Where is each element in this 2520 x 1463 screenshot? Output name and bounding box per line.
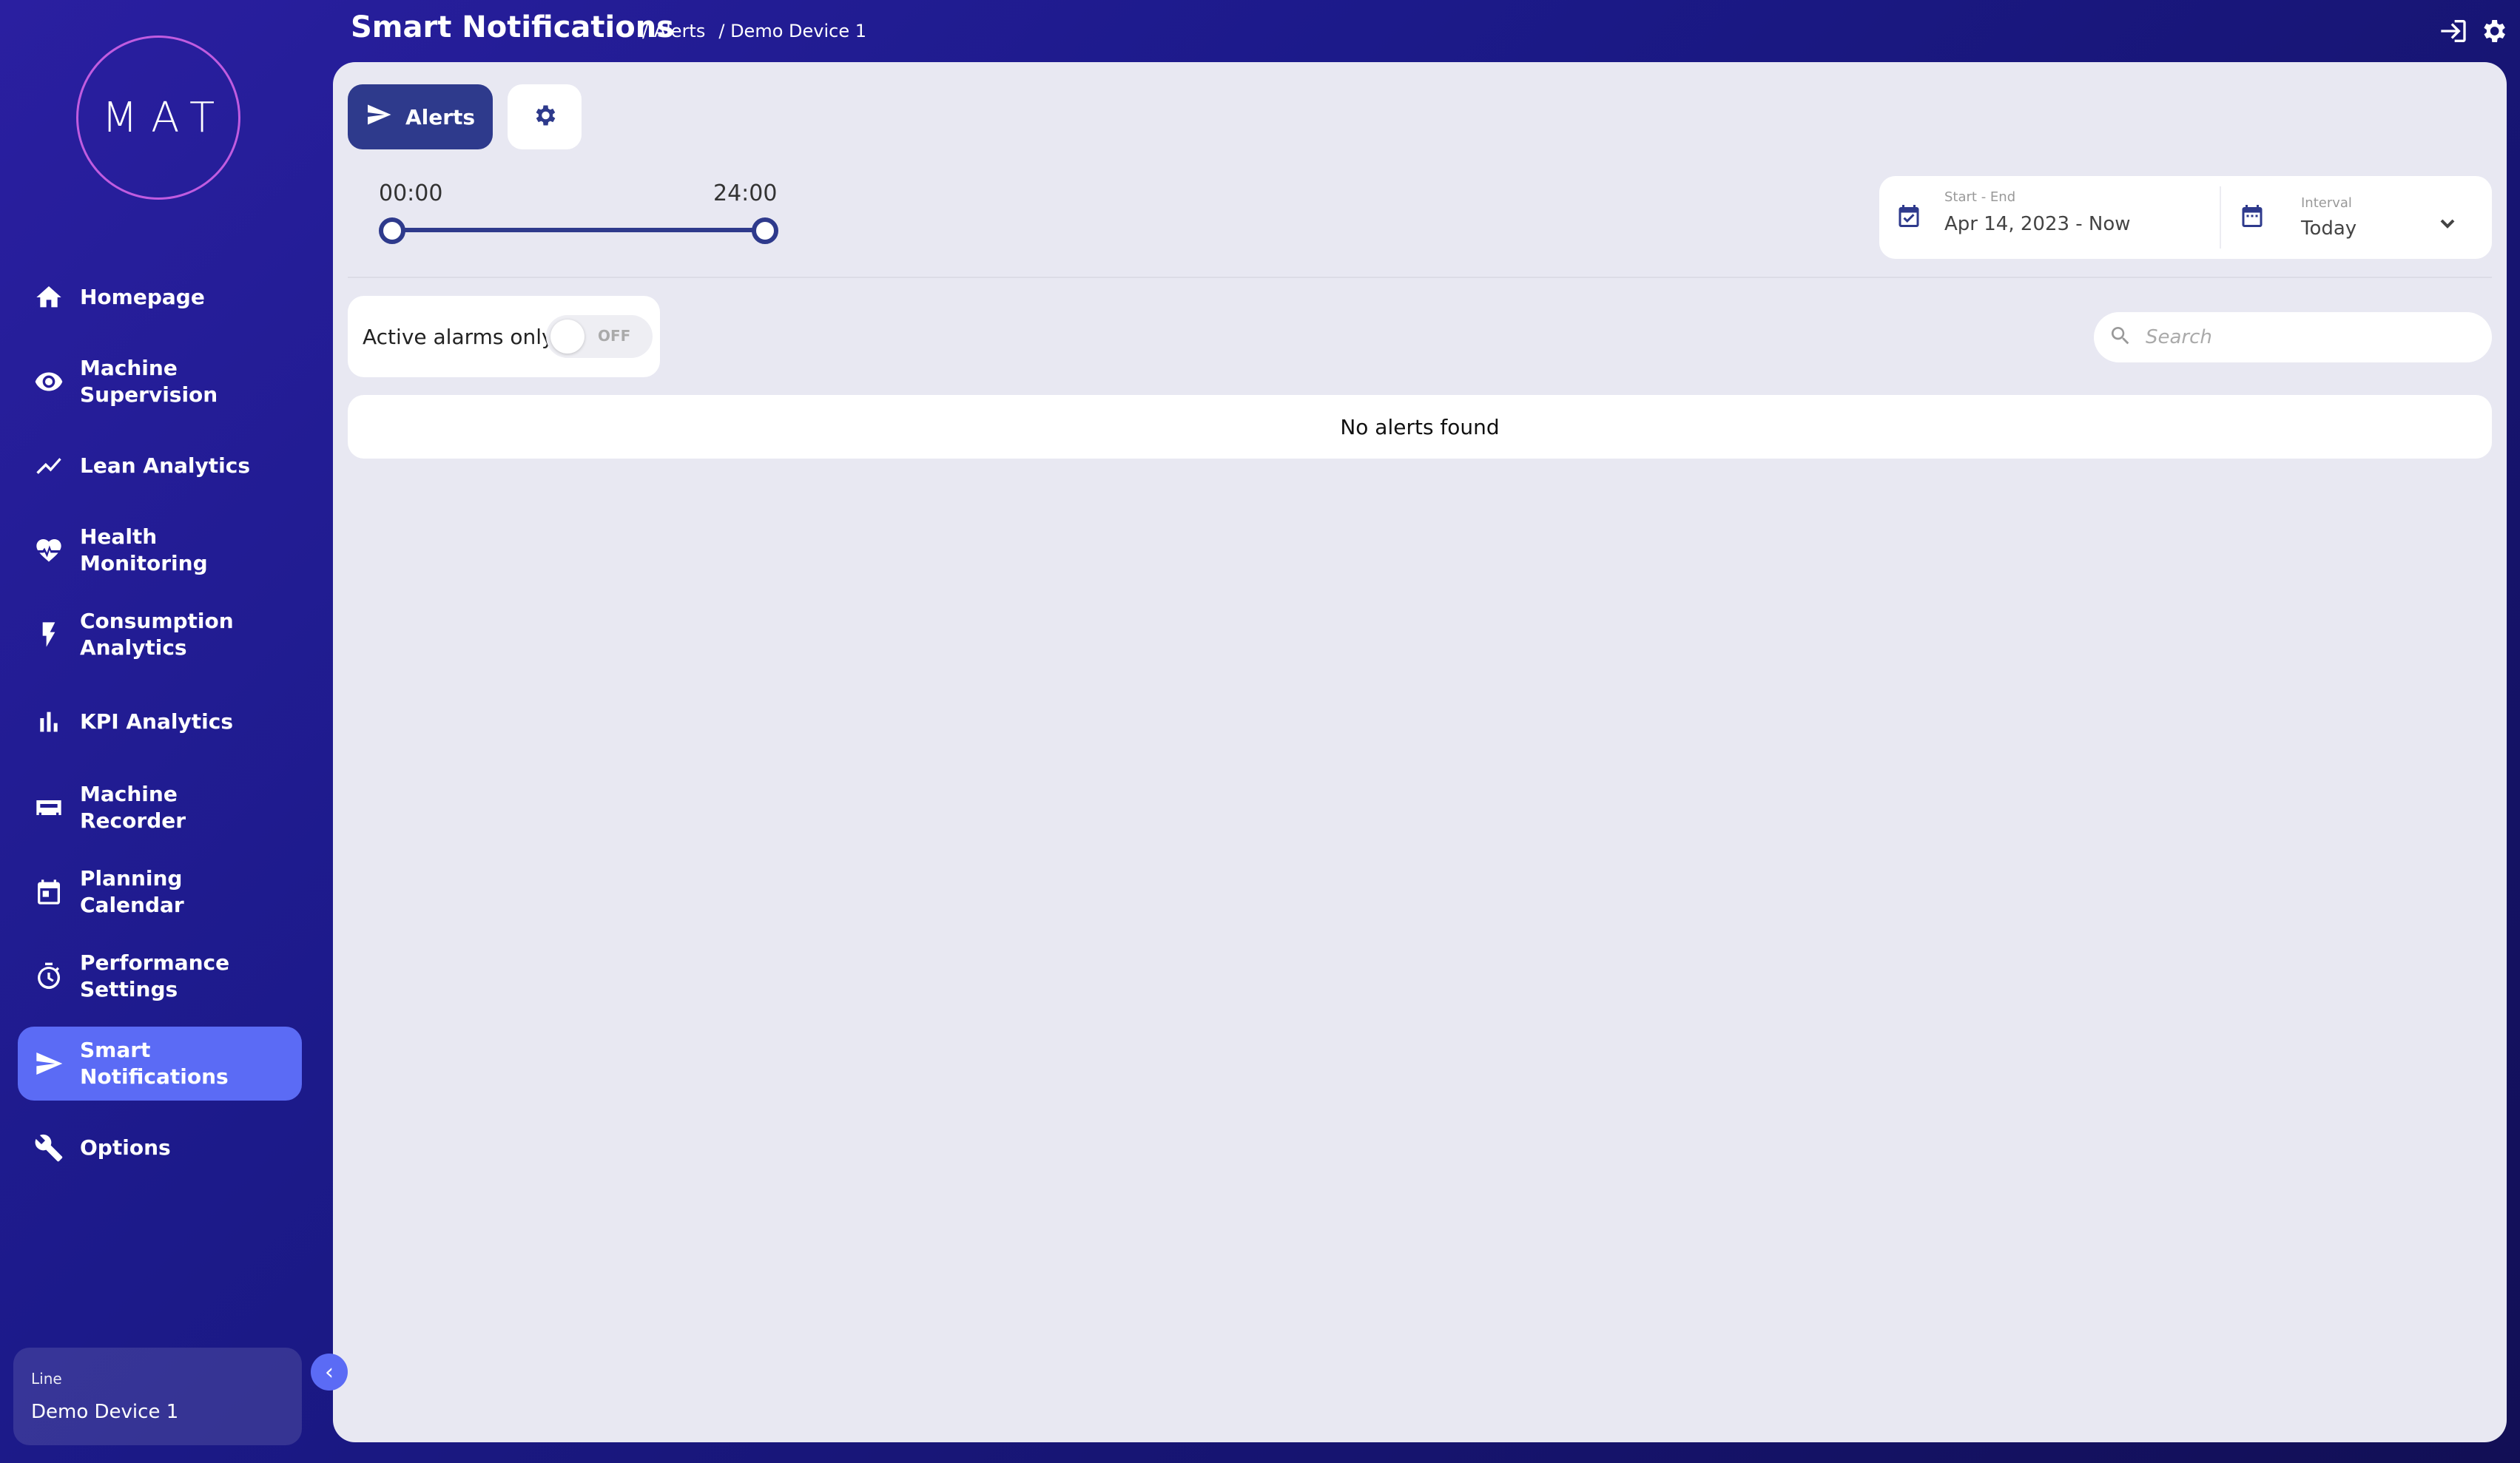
empty-state-message: No alerts found xyxy=(1340,414,1500,439)
divider xyxy=(348,277,2492,278)
sidebar-item-label: Options xyxy=(80,1135,171,1160)
active-alarms-toggle[interactable]: OFF xyxy=(546,315,653,358)
line-value: Demo Device 1 xyxy=(31,1401,179,1423)
sidebar-item-label: Homepage xyxy=(80,285,205,309)
gear-icon[interactable] xyxy=(2479,16,2508,49)
toggle-state-text: OFF xyxy=(598,327,631,345)
date-range-picker: Start - End Apr 14, 2023 - Now Interval … xyxy=(1879,176,2492,259)
time-slider-start-handle[interactable] xyxy=(379,217,405,244)
sidebar-item-label: Consumption Analytics xyxy=(80,609,234,660)
time-slider-end-handle[interactable] xyxy=(752,217,778,244)
calendar-check-icon[interactable] xyxy=(1896,203,1922,232)
breadcrumb-item-device[interactable]: / Demo Device 1 xyxy=(718,21,866,41)
sidebar-item-planning-calendar[interactable]: Planning Calendar xyxy=(18,855,302,929)
header-actions xyxy=(2439,16,2508,49)
calendar-icon[interactable] xyxy=(2239,203,2265,232)
app-logo: MAT xyxy=(76,36,240,200)
sidebar-item-label: Machine Supervision xyxy=(80,356,218,407)
recorder-icon xyxy=(18,793,80,822)
sidebar-item-consumption-analytics[interactable]: Consumption Analytics xyxy=(18,598,302,672)
alerts-tab-button[interactable]: Alerts xyxy=(348,84,493,149)
interval-sublabel: Interval xyxy=(2301,195,2352,211)
date-range-sublabel: Start - End xyxy=(1944,189,2016,205)
collapse-sidebar-button[interactable]: ‹ xyxy=(311,1354,348,1391)
send-icon xyxy=(18,1049,80,1078)
chevron-down-icon[interactable] xyxy=(2436,212,2459,238)
bar-chart-icon xyxy=(18,707,80,737)
gear-icon xyxy=(531,102,558,132)
main-panel: Alerts 00:00 24:00 Start - End Apr 14, 2… xyxy=(333,62,2507,1442)
sidebar-item-label: Performance Settings xyxy=(80,950,230,1001)
sidebar-item-homepage[interactable]: Homepage xyxy=(18,260,302,334)
page-title: Smart Notifications xyxy=(351,10,674,44)
trend-line-icon xyxy=(18,451,80,481)
breadcrumb-item-alerts[interactable]: / Alerts xyxy=(642,21,705,41)
alerts-tab-label: Alerts xyxy=(405,104,476,129)
search-icon xyxy=(2094,324,2132,351)
sidebar-item-performance-settings[interactable]: Performance Settings xyxy=(18,939,302,1013)
line-label: Line xyxy=(31,1370,62,1388)
stopwatch-icon xyxy=(18,962,80,991)
sidebar-item-label: Smart Notifications xyxy=(80,1038,229,1089)
home-icon xyxy=(18,283,80,312)
date-range-value[interactable]: Apr 14, 2023 - Now xyxy=(1944,213,2131,235)
sidebar-item-smart-notifications[interactable]: Smart Notifications xyxy=(18,1027,302,1101)
calendar-icon xyxy=(18,877,80,907)
heart-pulse-icon xyxy=(18,535,80,565)
chevron-left-icon: ‹ xyxy=(325,1359,334,1385)
active-alarms-label: Active alarms only xyxy=(363,324,554,349)
lightning-icon xyxy=(18,620,80,649)
send-icon xyxy=(365,101,392,133)
sidebar-item-kpi-analytics[interactable]: KPI Analytics xyxy=(18,685,302,759)
time-slider-start-label: 00:00 xyxy=(379,180,443,206)
notification-settings-button[interactable] xyxy=(508,84,582,149)
logout-icon[interactable] xyxy=(2439,16,2468,49)
sidebar: MAT Homepage Machine Supervision Lean An… xyxy=(0,0,333,1463)
sidebar-item-label: Machine Recorder xyxy=(80,782,186,833)
active-alarms-filter: Active alarms only OFF xyxy=(348,296,660,377)
time-slider-end-label: 24:00 xyxy=(713,180,778,206)
sidebar-item-lean-analytics[interactable]: Lean Analytics xyxy=(18,429,302,503)
sidebar-item-health-monitoring[interactable]: Health Monitoring xyxy=(18,513,302,587)
eye-icon xyxy=(18,367,80,396)
search-box xyxy=(2094,312,2492,362)
sidebar-item-machine-recorder[interactable]: Machine Recorder xyxy=(18,771,302,845)
sidebar-item-options[interactable]: Options xyxy=(18,1111,302,1185)
sidebar-item-label: KPI Analytics xyxy=(80,709,233,734)
sidebar-item-label: Lean Analytics xyxy=(80,453,251,478)
breadcrumb: / Alerts / Demo Device 1 xyxy=(642,21,866,41)
sidebar-item-label: Health Monitoring xyxy=(80,524,208,575)
sidebar-item-label: Planning Calendar xyxy=(80,866,184,917)
interval-value[interactable]: Today xyxy=(2301,217,2356,240)
divider xyxy=(2220,186,2221,249)
search-input[interactable] xyxy=(2144,325,2473,349)
sidebar-item-machine-supervision[interactable]: Machine Supervision xyxy=(18,345,302,419)
toggle-knob xyxy=(550,320,584,354)
line-selector[interactable]: Line Demo Device 1 xyxy=(13,1348,302,1445)
alerts-list: No alerts found xyxy=(348,395,2492,459)
time-slider-track[interactable] xyxy=(389,228,762,232)
wrench-icon xyxy=(18,1133,80,1163)
